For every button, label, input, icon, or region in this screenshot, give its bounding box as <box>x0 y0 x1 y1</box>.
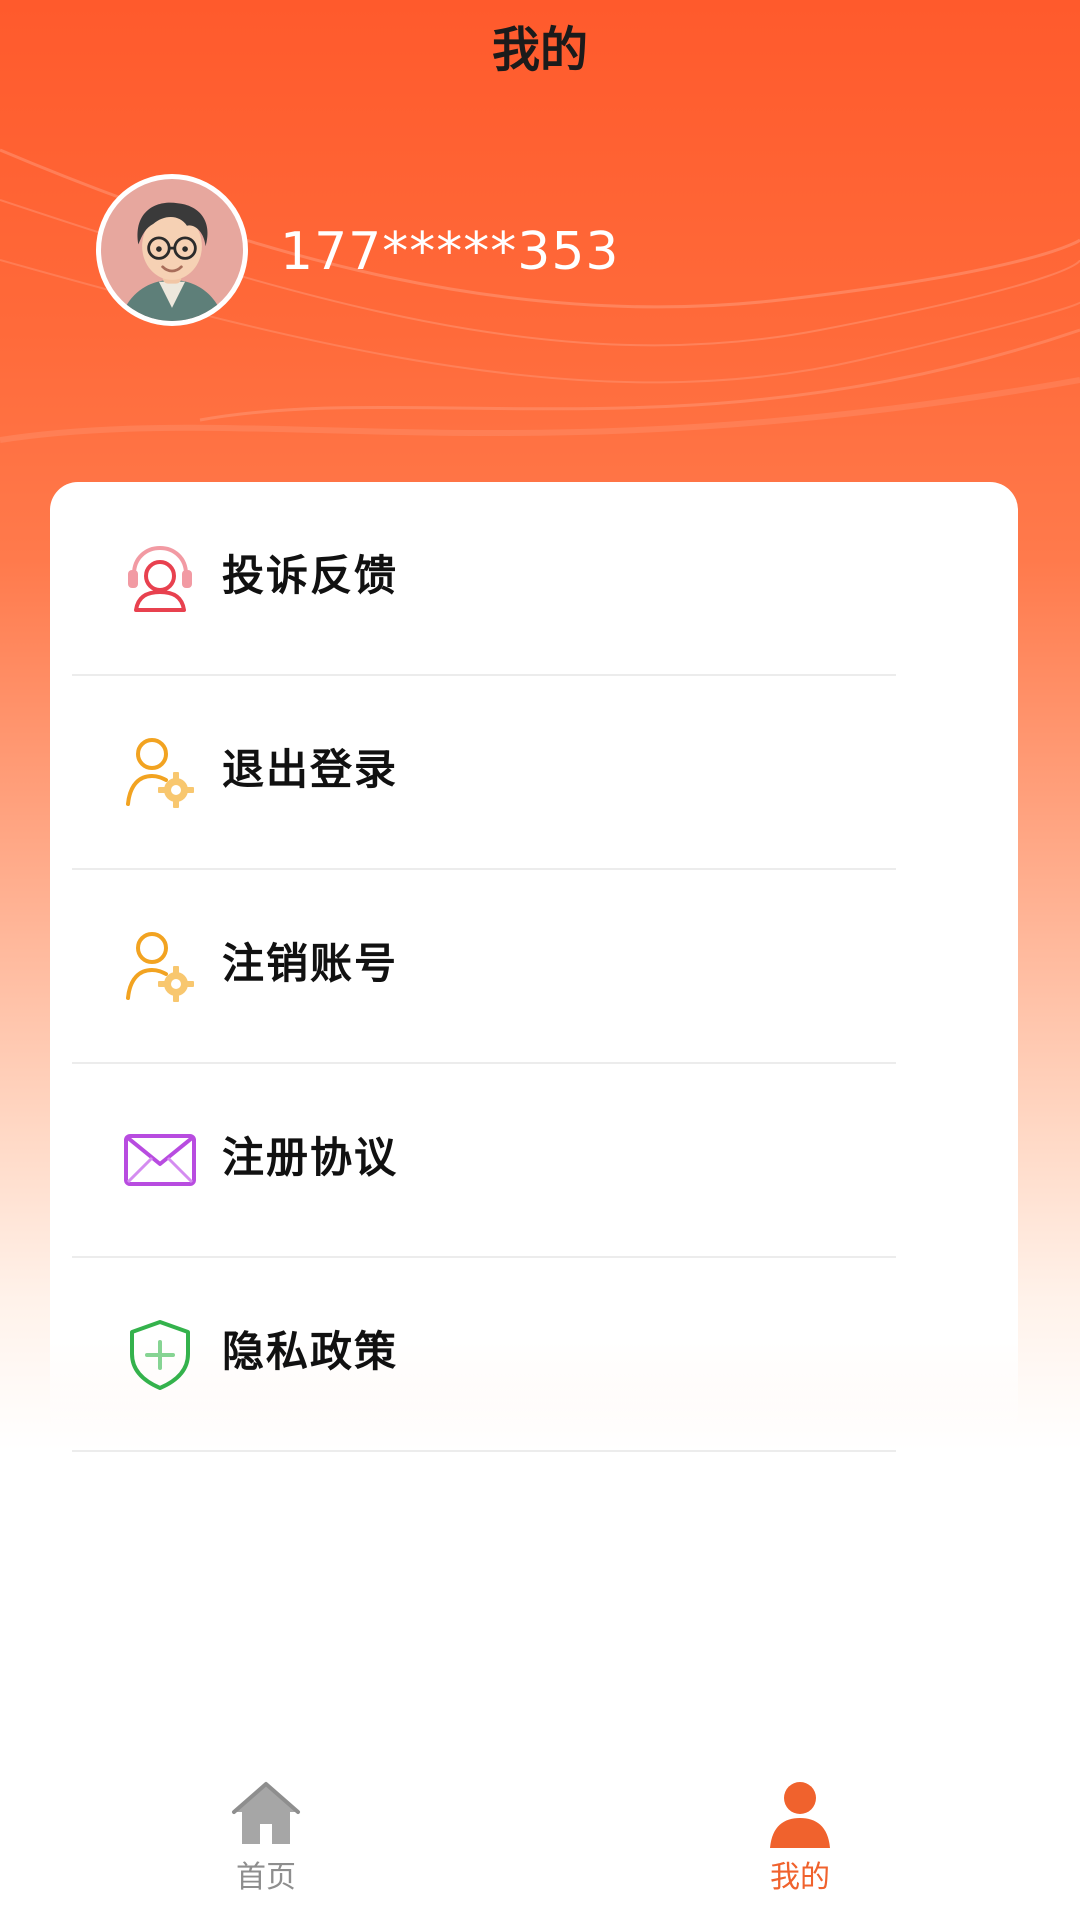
menu-item-privacy-policy[interactable]: 隐私政策 <box>72 1258 896 1452</box>
bottom-tab-bar: 首页 我的 <box>0 1770 1080 1920</box>
menu-item-cancel-account[interactable]: 注销账号 <box>72 870 896 1064</box>
menu-item-label: 注册协议 <box>222 1133 399 1182</box>
home-icon <box>230 1778 302 1850</box>
shield-plus-icon <box>122 1316 198 1392</box>
menu-item-label: 退出登录 <box>222 745 399 794</box>
menu-item-label: 隐私政策 <box>222 1327 399 1376</box>
tab-label: 我的 <box>770 1860 830 1895</box>
person-icon <box>764 1778 836 1850</box>
menu-item-logout[interactable]: 退出登录 <box>72 676 896 870</box>
avatar-portrait-icon <box>101 179 243 321</box>
tab-label: 首页 <box>236 1860 296 1895</box>
tab-home[interactable]: 首页 <box>166 1770 366 1920</box>
avatar[interactable] <box>96 174 248 326</box>
headset-user-icon <box>122 540 198 616</box>
page-title: 我的 <box>491 22 588 78</box>
menu-item-label: 投诉反馈 <box>222 551 399 600</box>
divider <box>72 1450 896 1452</box>
menu-item-feedback[interactable]: 投诉反馈 <box>72 482 896 676</box>
user-gear-icon <box>122 928 198 1004</box>
user-phone: 177*****353 <box>280 222 620 282</box>
envelope-icon <box>122 1122 198 1198</box>
user-gear-icon <box>122 734 198 810</box>
tab-mine[interactable]: 我的 <box>700 1770 900 1920</box>
menu-item-registration-agreement[interactable]: 注册协议 <box>72 1064 896 1258</box>
menu-item-label: 注销账号 <box>222 939 399 988</box>
